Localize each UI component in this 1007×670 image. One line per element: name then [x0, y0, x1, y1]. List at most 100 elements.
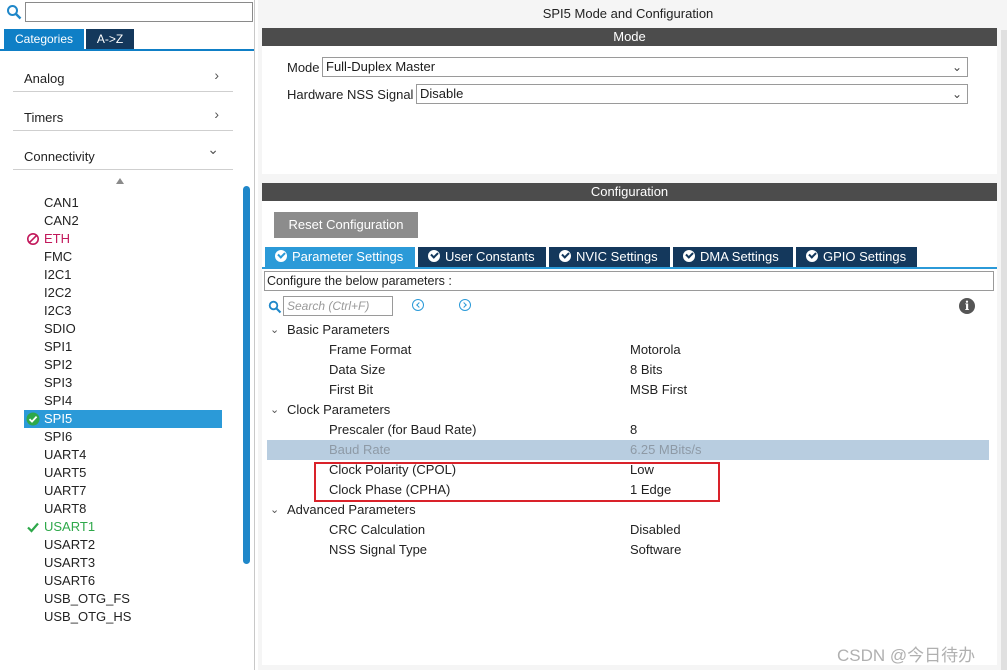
category-label: Timers — [24, 110, 64, 125]
param-row[interactable]: CRC Calculation Disabled — [267, 520, 989, 540]
peripheral-item[interactable]: SPI5 — [24, 410, 222, 428]
peripheral-label: USART2 — [44, 537, 96, 552]
parameter-search-input[interactable]: Search (Ctrl+F) — [283, 296, 393, 316]
right-scrollbar-track[interactable] — [1001, 30, 1007, 670]
peripheral-item[interactable]: SPI2 — [24, 356, 224, 374]
peripheral-item[interactable]: USART2 — [24, 536, 224, 554]
peripheral-item[interactable]: USART3 — [24, 554, 224, 572]
check-circle-icon — [275, 250, 287, 262]
peripheral-label: USART1 — [44, 519, 96, 534]
tab-label: DMA Settings — [700, 249, 779, 264]
param-value: 8 — [630, 422, 638, 437]
disabled-icon — [27, 233, 39, 245]
peripheral-item[interactable]: UART4 — [24, 446, 224, 464]
tab-dma-settings[interactable]: DMA Settings — [673, 247, 793, 267]
param-value: 8 Bits — [630, 362, 663, 377]
peripheral-item[interactable]: UART5 — [24, 464, 224, 482]
scroll-up-arrow-icon[interactable] — [116, 178, 124, 184]
category-label: Connectivity — [24, 149, 95, 164]
check-circle-icon — [806, 250, 818, 262]
peripheral-item[interactable]: CAN1 — [24, 194, 224, 212]
peripheral-label: UART7 — [44, 483, 87, 498]
peripheral-item[interactable]: I2C2 — [24, 284, 224, 302]
reset-configuration-button[interactable]: Reset Configuration — [274, 212, 418, 238]
peripheral-item[interactable]: USART1 — [24, 518, 224, 536]
tab-nvic-settings[interactable]: NVIC Settings — [549, 247, 670, 267]
watermark: CSDN @今日待办 — [837, 646, 976, 665]
peripheral-item[interactable]: FMC — [24, 248, 224, 266]
nss-select[interactable]: Disable ⌄ — [416, 84, 968, 104]
peripheral-label: SPI2 — [44, 357, 73, 372]
mode-section-bar: Mode — [262, 28, 997, 46]
page-title: SPI5 Mode and Configuration — [542, 6, 714, 21]
left-panel: Categories A->Z Analog › Timers › Connec… — [0, 0, 255, 670]
peripheral-item[interactable]: UART7 — [24, 482, 224, 500]
tab-categories[interactable]: Categories — [4, 29, 84, 49]
tab-a-to-z[interactable]: A->Z — [86, 29, 134, 49]
param-name: Prescaler (for Baud Rate) — [329, 422, 477, 437]
param-row[interactable]: Frame Format Motorola — [267, 340, 989, 360]
info-icon[interactable]: i — [959, 298, 975, 314]
peripheral-item[interactable]: USB_OTG_FS — [24, 590, 224, 608]
check-circle-icon — [559, 250, 571, 262]
next-match-icon[interactable] — [459, 299, 471, 311]
peripheral-item[interactable]: SPI4 — [24, 392, 224, 410]
configuration-section: Reset Configuration Parameter Settings U… — [262, 201, 997, 665]
peripheral-item[interactable]: I2C1 — [24, 266, 224, 284]
group-advanced-parameters[interactable]: ⌄ Advanced Parameters — [267, 500, 989, 520]
peripheral-label: FMC — [44, 249, 73, 264]
group-clock-parameters[interactable]: ⌄ Clock Parameters — [267, 400, 989, 420]
group-basic-parameters[interactable]: ⌄ Basic Parameters — [267, 320, 989, 340]
param-name: NSS Signal Type — [329, 542, 428, 557]
chevron-right-icon: › — [214, 106, 219, 122]
tab-label: Parameter Settings — [292, 249, 404, 264]
tab-parameter-settings[interactable]: Parameter Settings — [265, 247, 415, 267]
category-timers[interactable]: Timers › — [13, 100, 233, 131]
category-connectivity[interactable]: Connectivity ⌄ — [13, 139, 233, 170]
nss-label: Hardware NSS Signal — [287, 87, 414, 102]
param-row[interactable]: Prescaler (for Baud Rate) 8 — [267, 420, 989, 440]
previous-match-icon[interactable] — [412, 299, 424, 311]
param-name: Data Size — [329, 362, 386, 377]
peripheral-list: CAN1 CAN2 ETH FMC I2C1 I2C2 I2C3 SDIO SPI1 SPI2 SP… — [24, 194, 224, 626]
peripheral-item[interactable]: SPI3 — [24, 374, 224, 392]
check-circle-icon — [26, 412, 40, 426]
peripheral-label: I2C3 — [44, 303, 72, 318]
peripheral-item[interactable]: USART6 — [24, 572, 224, 590]
highlight-annotation-box — [314, 462, 720, 502]
check-circle-icon — [683, 250, 695, 262]
nss-select-value: Disable — [420, 86, 464, 101]
param-row[interactable]: First Bit MSB First — [267, 380, 989, 400]
chevron-down-icon: ⌄ — [951, 87, 962, 101]
category-analog[interactable]: Analog › — [13, 61, 233, 92]
configure-hint: Configure the below parameters : — [264, 271, 994, 291]
peripheral-item[interactable]: SPI6 — [24, 428, 224, 446]
tab-gpio-settings[interactable]: GPIO Settings — [796, 247, 917, 267]
peripheral-label: USB_OTG_FS — [44, 591, 130, 606]
peripheral-item[interactable]: ETH — [24, 230, 224, 248]
peripheral-item[interactable]: UART8 — [24, 500, 224, 518]
peripheral-search-input[interactable] — [25, 2, 253, 22]
tabs-underline — [262, 267, 997, 269]
left-scrollbar[interactable] — [243, 186, 250, 564]
peripheral-item[interactable]: USB_OTG_HS — [24, 608, 224, 626]
mode-select[interactable]: Full-Duplex Master ⌄ — [322, 57, 968, 77]
peripheral-item[interactable]: CAN2 — [24, 212, 224, 230]
search-icon[interactable] — [268, 300, 282, 314]
search-icon[interactable] — [6, 4, 22, 20]
peripheral-label: SPI6 — [44, 429, 73, 444]
tab-user-constants[interactable]: User Constants — [418, 247, 546, 267]
check-icon — [27, 522, 39, 533]
peripheral-label: USB_OTG_HS — [44, 609, 132, 624]
mode-select-value: Full-Duplex Master — [326, 59, 436, 74]
peripheral-item[interactable]: I2C3 — [24, 302, 224, 320]
peripheral-item[interactable]: SDIO — [24, 320, 224, 338]
param-name: Baud Rate — [329, 442, 391, 457]
peripheral-item[interactable]: SPI1 — [24, 338, 224, 356]
tab-label: NVIC Settings — [576, 249, 658, 264]
param-value: Motorola — [630, 342, 681, 357]
param-row[interactable]: Data Size 8 Bits — [267, 360, 989, 380]
configuration-section-bar: Configuration — [262, 183, 997, 201]
peripheral-label: USART6 — [44, 573, 96, 588]
param-row[interactable]: NSS Signal Type Software — [267, 540, 989, 560]
